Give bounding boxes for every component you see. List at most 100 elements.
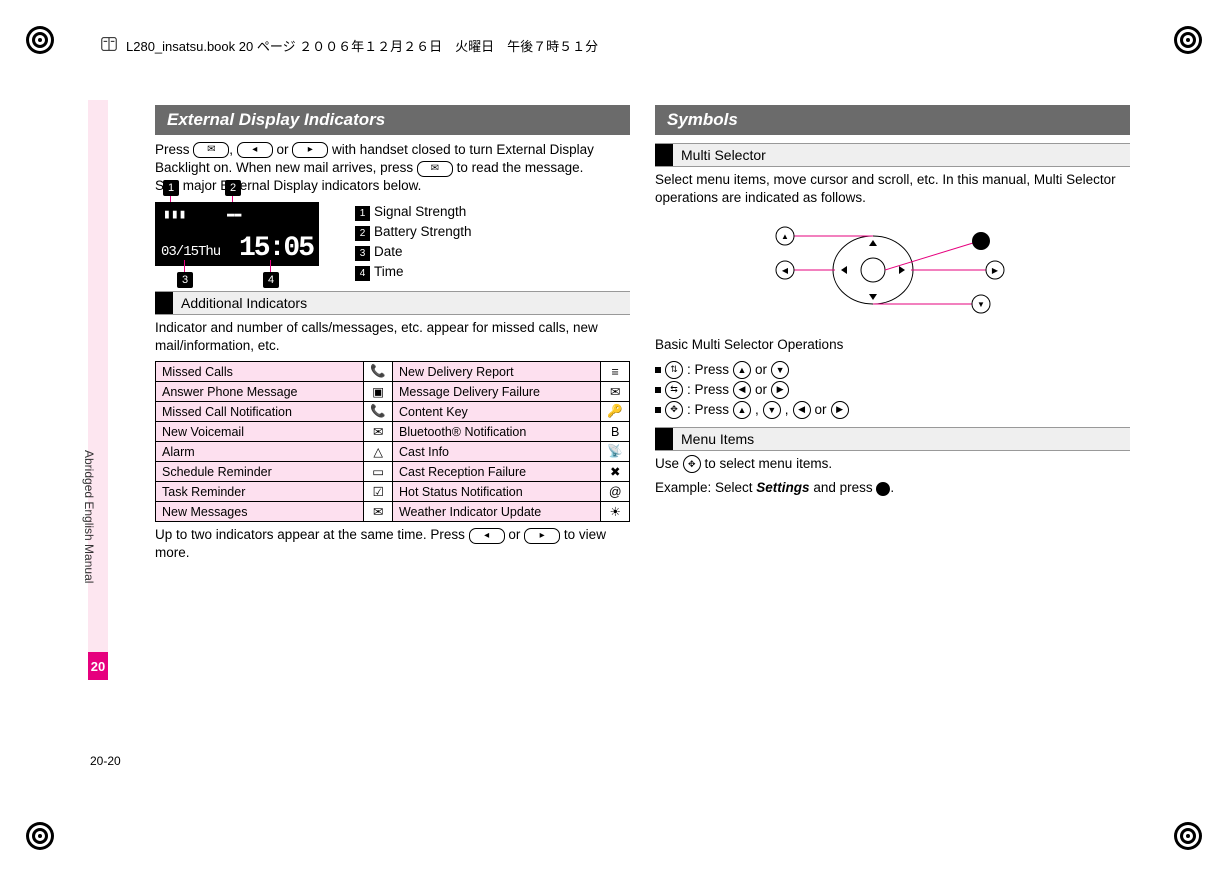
subhead-additional: Additional Indicators bbox=[155, 291, 630, 315]
svg-text:▼: ▼ bbox=[977, 300, 985, 309]
display-legend: 1Signal Strength 2Battery Strength 3Date… bbox=[355, 202, 472, 283]
down-icon-2: ▼ bbox=[763, 401, 781, 419]
up-icon: ▲ bbox=[733, 361, 751, 379]
cell-name: Message Delivery Failure bbox=[392, 382, 600, 402]
table-row: Answer Phone Message▣Message Delivery Fa… bbox=[156, 382, 630, 402]
section-symbols: Symbols bbox=[655, 105, 1130, 135]
cell-name: Hot Status Notification bbox=[392, 482, 600, 502]
cell-icon: 🔑 bbox=[601, 402, 630, 422]
center-dot-icon bbox=[876, 482, 890, 496]
table-row: Missed Calls📞New Delivery Report≡ bbox=[156, 362, 630, 382]
leftright-icon: ⇆ bbox=[665, 381, 683, 399]
table-row: Missed Call Notification📞Content Key🔑 bbox=[156, 402, 630, 422]
key-left-icon: ◂ bbox=[237, 142, 273, 158]
chapter-tab: 20 bbox=[88, 652, 108, 680]
cell-name: New Delivery Report bbox=[392, 362, 600, 382]
cell-icon: ✉ bbox=[601, 382, 630, 402]
cell-name: Cast Reception Failure bbox=[392, 462, 600, 482]
cell-icon: ✉ bbox=[364, 422, 393, 442]
cell-name: Weather Indicator Update bbox=[392, 502, 600, 522]
signal-icon: ▮▮▮ bbox=[163, 207, 186, 222]
cell-icon: B bbox=[601, 422, 630, 442]
book-icon bbox=[100, 35, 118, 56]
chapter-sidebar: 20 bbox=[88, 100, 108, 680]
page-number: 20-20 bbox=[90, 754, 121, 768]
cell-name: Task Reminder bbox=[156, 482, 364, 502]
cell-icon: ☑ bbox=[364, 482, 393, 502]
cell-name: New Messages bbox=[156, 502, 364, 522]
up-icon-2: ▲ bbox=[733, 401, 751, 419]
cell-name: New Voicemail bbox=[156, 422, 364, 442]
fourway-icon-2: ✥ bbox=[683, 455, 701, 473]
para-r3: Example: Select Settings and press . bbox=[655, 479, 1130, 497]
svg-text:▲: ▲ bbox=[781, 232, 789, 241]
callout-2: 2 bbox=[225, 180, 241, 196]
header-text: L280_insatsu.book 20 ページ ２００６年１２月２６日 火曜日… bbox=[126, 36, 598, 55]
callout-1: 1 bbox=[163, 180, 179, 196]
cell-name: Content Key bbox=[392, 402, 600, 422]
print-mark-tr bbox=[1168, 20, 1208, 60]
left-icon-2: ◀ bbox=[793, 401, 811, 419]
table-row: Task Reminder☑Hot Status Notification@ bbox=[156, 482, 630, 502]
table-row: New Voicemail✉Bluetooth® NotificationB bbox=[156, 422, 630, 442]
cell-name: Alarm bbox=[156, 442, 364, 462]
cell-icon: ☀ bbox=[601, 502, 630, 522]
key-mail-icon: ✉ bbox=[193, 142, 229, 158]
cell-name: Missed Calls bbox=[156, 362, 364, 382]
cell-name: Missed Call Notification bbox=[156, 402, 364, 422]
table-row: New Messages✉Weather Indicator Update☀ bbox=[156, 502, 630, 522]
cell-icon: ≡ bbox=[601, 362, 630, 382]
display-time: 15:05 bbox=[239, 233, 313, 264]
cell-icon: 📡 bbox=[601, 442, 630, 462]
cell-icon: ✖ bbox=[601, 462, 630, 482]
indicator-table: Missed Calls📞New Delivery Report≡Answer … bbox=[155, 361, 630, 522]
section-external-display: External Display Indicators bbox=[155, 105, 630, 135]
right-icon: ▶ bbox=[771, 381, 789, 399]
cell-name: Bluetooth® Notification bbox=[392, 422, 600, 442]
svg-text:▶: ▶ bbox=[991, 266, 998, 275]
print-header: L280_insatsu.book 20 ページ ２００６年１２月２６日 火曜日… bbox=[100, 35, 598, 56]
para-3: Up to two indicators appear at the same … bbox=[155, 526, 630, 562]
battery-icon: ▬▬ bbox=[227, 207, 241, 221]
op-row-2: ⇆ : Press ◀ or ▶ bbox=[655, 381, 1130, 399]
ops-title: Basic Multi Selector Operations bbox=[655, 336, 1130, 354]
fourway-icon: ✥ bbox=[665, 401, 683, 419]
subhead-multi-selector: Multi Selector bbox=[655, 143, 1130, 167]
cell-icon: ▣ bbox=[364, 382, 393, 402]
cell-name: Schedule Reminder bbox=[156, 462, 364, 482]
subhead-menu-items: Menu Items bbox=[655, 427, 1130, 451]
op-row-3: ✥ : Press ▲ , ▼ , ◀ or ▶ bbox=[655, 401, 1130, 419]
multi-selector-diagram: ▲ ◀ ▶ ▼ bbox=[655, 215, 1130, 328]
right-icon-2: ▶ bbox=[831, 401, 849, 419]
cell-name: Cast Info bbox=[392, 442, 600, 462]
para-r2: Use ✥ to select menu items. bbox=[655, 455, 1130, 473]
left-icon: ◀ bbox=[733, 381, 751, 399]
svg-text:◀: ◀ bbox=[781, 266, 788, 275]
para-2: Indicator and number of calls/messages, … bbox=[155, 319, 630, 355]
key-right-icon: ▸ bbox=[292, 142, 328, 158]
cell-icon: @ bbox=[601, 482, 630, 502]
cell-icon: 📞 bbox=[364, 362, 393, 382]
para-r1: Select menu items, move cursor and scrol… bbox=[655, 171, 1130, 207]
key-right-icon-2: ▸ bbox=[524, 528, 560, 544]
cell-icon: △ bbox=[364, 442, 393, 462]
left-column: External Display Indicators Press ✉, ◂ o… bbox=[155, 105, 630, 569]
op-row-1: ⇅ : Press ▲ or ▼ bbox=[655, 361, 1130, 379]
external-display-figure: 1 2 ▮▮▮ ▬▬ 03/15Thu 15:05 3 4 bbox=[155, 202, 330, 266]
key-left-icon-2: ◂ bbox=[469, 528, 505, 544]
cell-name: Answer Phone Message bbox=[156, 382, 364, 402]
updown-icon: ⇅ bbox=[665, 361, 683, 379]
sidebar-label: Abridged English Manual bbox=[82, 450, 96, 583]
callout-4: 4 bbox=[263, 272, 279, 288]
key-mail-icon-2: ✉ bbox=[417, 161, 453, 177]
table-row: Alarm△Cast Info📡 bbox=[156, 442, 630, 462]
cell-icon: ✉ bbox=[364, 502, 393, 522]
print-mark-bl bbox=[20, 816, 60, 856]
callout-3: 3 bbox=[177, 272, 193, 288]
cell-icon: 📞 bbox=[364, 402, 393, 422]
table-row: Schedule Reminder▭Cast Reception Failure… bbox=[156, 462, 630, 482]
cell-icon: ▭ bbox=[364, 462, 393, 482]
settings-label: Settings bbox=[756, 480, 809, 495]
display-date: 03/15Thu bbox=[161, 244, 220, 260]
down-icon: ▼ bbox=[771, 361, 789, 379]
